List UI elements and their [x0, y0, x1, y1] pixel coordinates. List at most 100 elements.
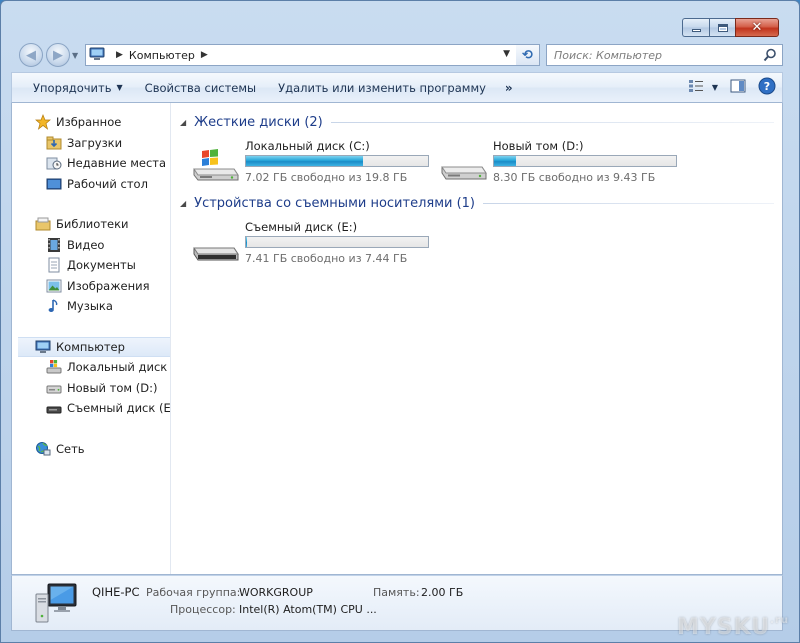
system-properties-button[interactable]: Свойства системы — [134, 73, 267, 102]
refresh-button[interactable]: ⟲ — [516, 44, 540, 66]
workgroup-value: WORKGROUP — [239, 586, 313, 599]
drive-name: Новый том (D:) — [493, 139, 584, 153]
sidebar-item-label: Рабочий стол — [67, 176, 148, 191]
documents-library-icon — [46, 257, 62, 273]
workgroup-label: Рабочая группа: — [146, 586, 241, 599]
sidebar-item-label: Сеть — [56, 441, 85, 456]
watermark-suffix: .ru — [770, 615, 789, 626]
sidebar-item-pictures[interactable]: Изображения — [12, 276, 170, 297]
drive-name: Локальный диск (C:) — [245, 139, 370, 153]
details-pane: QIHE-PC Рабочая группа: WORKGROUP Память… — [11, 575, 783, 631]
help-icon: ? — [758, 77, 776, 98]
refresh-icon: ⟲ — [522, 47, 533, 63]
sidebar-item-recent-places[interactable]: Недавние места — [12, 153, 170, 174]
drive-name: Съемный диск (E:) — [245, 220, 358, 234]
cpu-value: Intel(R) Atom(TM) CPU ... — [239, 603, 377, 616]
drive-free-space: 8.30 ГБ свободно из 9.43 ГБ — [493, 171, 656, 184]
watermark: MYSKU.ru — [677, 615, 789, 640]
sidebar-item-label: Загрузки — [67, 135, 123, 150]
memory-value: 2.00 ГБ — [421, 586, 464, 599]
drive-tile-d[interactable]: Новый том (D:) 8.30 ГБ свободно из 9.43 … — [440, 139, 690, 199]
memory-label: Память: — [373, 586, 420, 599]
search-box[interactable] — [546, 44, 783, 66]
minimize-icon — [691, 29, 701, 32]
view-options-dropdown-icon[interactable]: ▼ — [712, 83, 718, 92]
maximize-icon — [717, 23, 728, 32]
details-view-icon — [688, 79, 704, 96]
sidebar-item-label: Музыка — [67, 299, 113, 314]
sidebar-item-favorites[interactable]: Избранное — [12, 112, 170, 133]
drive-tile-c[interactable]: Локальный диск (C:) 7.02 ГБ свободно из … — [192, 139, 442, 199]
sidebar-item-removable-e[interactable]: Съемный диск (E:) — [12, 398, 170, 419]
close-button[interactable]: ✕ — [735, 18, 779, 37]
back-button[interactable]: ◀ — [19, 43, 43, 67]
music-library-icon — [46, 298, 62, 314]
organize-menu-button[interactable]: Упорядочить ▼ — [12, 73, 134, 102]
drive-usage-bar — [245, 155, 429, 167]
collapse-triangle-icon[interactable]: ◢ — [180, 118, 186, 127]
group-header-removable[interactable]: ◢ Устройства со съемными носителями (1) — [180, 194, 774, 212]
command-bar: Упорядочить ▼ Свойства системы Удалить и… — [11, 72, 783, 103]
removable-drive-icon — [192, 228, 240, 264]
group-divider — [483, 202, 774, 204]
preview-pane-button[interactable] — [724, 73, 752, 102]
address-bar[interactable]: ▶ Компьютер ▶ ▼ — [85, 44, 517, 66]
downloads-folder-icon — [46, 135, 62, 151]
content-pane: ◢ Жесткие диски (2) Локальный диск (C:) … — [172, 103, 782, 574]
uninstall-program-button[interactable]: Удалить или изменить программу — [267, 73, 497, 102]
address-history-dropdown-icon[interactable]: ▼ — [503, 49, 510, 59]
sidebar-item-video[interactable]: Видео — [12, 235, 170, 256]
group-title: Устройства со съемными носителями (1) — [194, 195, 476, 211]
sidebar-item-libraries[interactable]: Библиотеки — [12, 214, 170, 235]
change-view-button[interactable]: ▼ — [682, 73, 724, 102]
watermark-text: MYSKU — [676, 615, 771, 640]
sidebar-item-network[interactable]: Сеть — [12, 439, 170, 460]
cpu-label: Процессор: — [170, 603, 236, 616]
uninstall-program-label: Удалить или изменить программу — [278, 80, 486, 95]
sidebar-item-new-volume-d[interactable]: Новый том (D:) — [12, 378, 170, 399]
breadcrumb-computer[interactable]: Компьютер — [129, 49, 195, 62]
drive-free-space: 7.41 ГБ свободно из 7.44 ГБ — [245, 252, 408, 265]
removable-drive-icon — [46, 400, 62, 416]
drive-usage-fill — [246, 156, 364, 166]
minimize-button[interactable] — [682, 18, 709, 37]
forward-button[interactable]: ▶ — [46, 43, 70, 67]
group-title: Жесткие диски (2) — [194, 114, 323, 130]
computer-icon — [35, 339, 51, 355]
command-bar-right: ▼ ? — [682, 73, 782, 102]
sidebar-item-desktop[interactable]: Рабочий стол — [12, 174, 170, 195]
maximize-button[interactable] — [709, 18, 735, 37]
help-button[interactable]: ? — [752, 73, 782, 102]
explorer-window: ✕ ◀ ▶ ▼ ▶ Компьютер ▶ ▼ ⟲ Поиск: Компьют… — [0, 0, 800, 643]
computer-large-icon — [34, 582, 78, 627]
sidebar-item-label: Съемный диск (E:) — [67, 401, 171, 416]
sidebar-item-documents[interactable]: Документы — [12, 255, 170, 276]
favorites-star-icon — [35, 114, 51, 131]
sidebar-item-downloads[interactable]: Загрузки — [12, 133, 170, 154]
search-icon[interactable] — [763, 48, 777, 65]
network-icon — [35, 441, 51, 457]
drive-usage-bar — [493, 155, 677, 167]
search-input[interactable] — [554, 48, 754, 62]
drive-free-space: 7.02 ГБ свободно из 19.8 ГБ — [245, 171, 408, 184]
breadcrumb-chevron-icon[interactable]: ▶ — [201, 50, 208, 60]
hard-drive-icon — [440, 147, 488, 183]
sidebar-item-music[interactable]: Музыка — [12, 296, 170, 317]
system-properties-label: Свойства системы — [144, 80, 257, 95]
libraries-icon — [35, 216, 51, 232]
more-commands-button[interactable]: » — [497, 81, 521, 95]
windows-system-drive-icon — [192, 147, 240, 183]
sidebar-item-label: Видео — [67, 237, 105, 252]
sidebar-item-label: Недавние места — [67, 156, 167, 171]
organize-label: Упорядочить — [33, 80, 112, 95]
sidebar-item-local-disk-c[interactable]: Локальный диск (C:) — [12, 357, 170, 378]
recent-pages-dropdown-icon[interactable]: ▼ — [72, 51, 78, 60]
collapse-triangle-icon[interactable]: ◢ — [180, 199, 186, 208]
group-header-hard-drives[interactable]: ◢ Жесткие диски (2) — [180, 113, 774, 131]
drive-tile-e[interactable]: Съемный диск (E:) 7.41 ГБ свободно из 7.… — [192, 220, 442, 280]
breadcrumb-chevron-icon[interactable]: ▶ — [116, 50, 123, 60]
sidebar-item-computer[interactable]: Компьютер — [18, 336, 170, 357]
drive-usage-fill — [494, 156, 516, 166]
